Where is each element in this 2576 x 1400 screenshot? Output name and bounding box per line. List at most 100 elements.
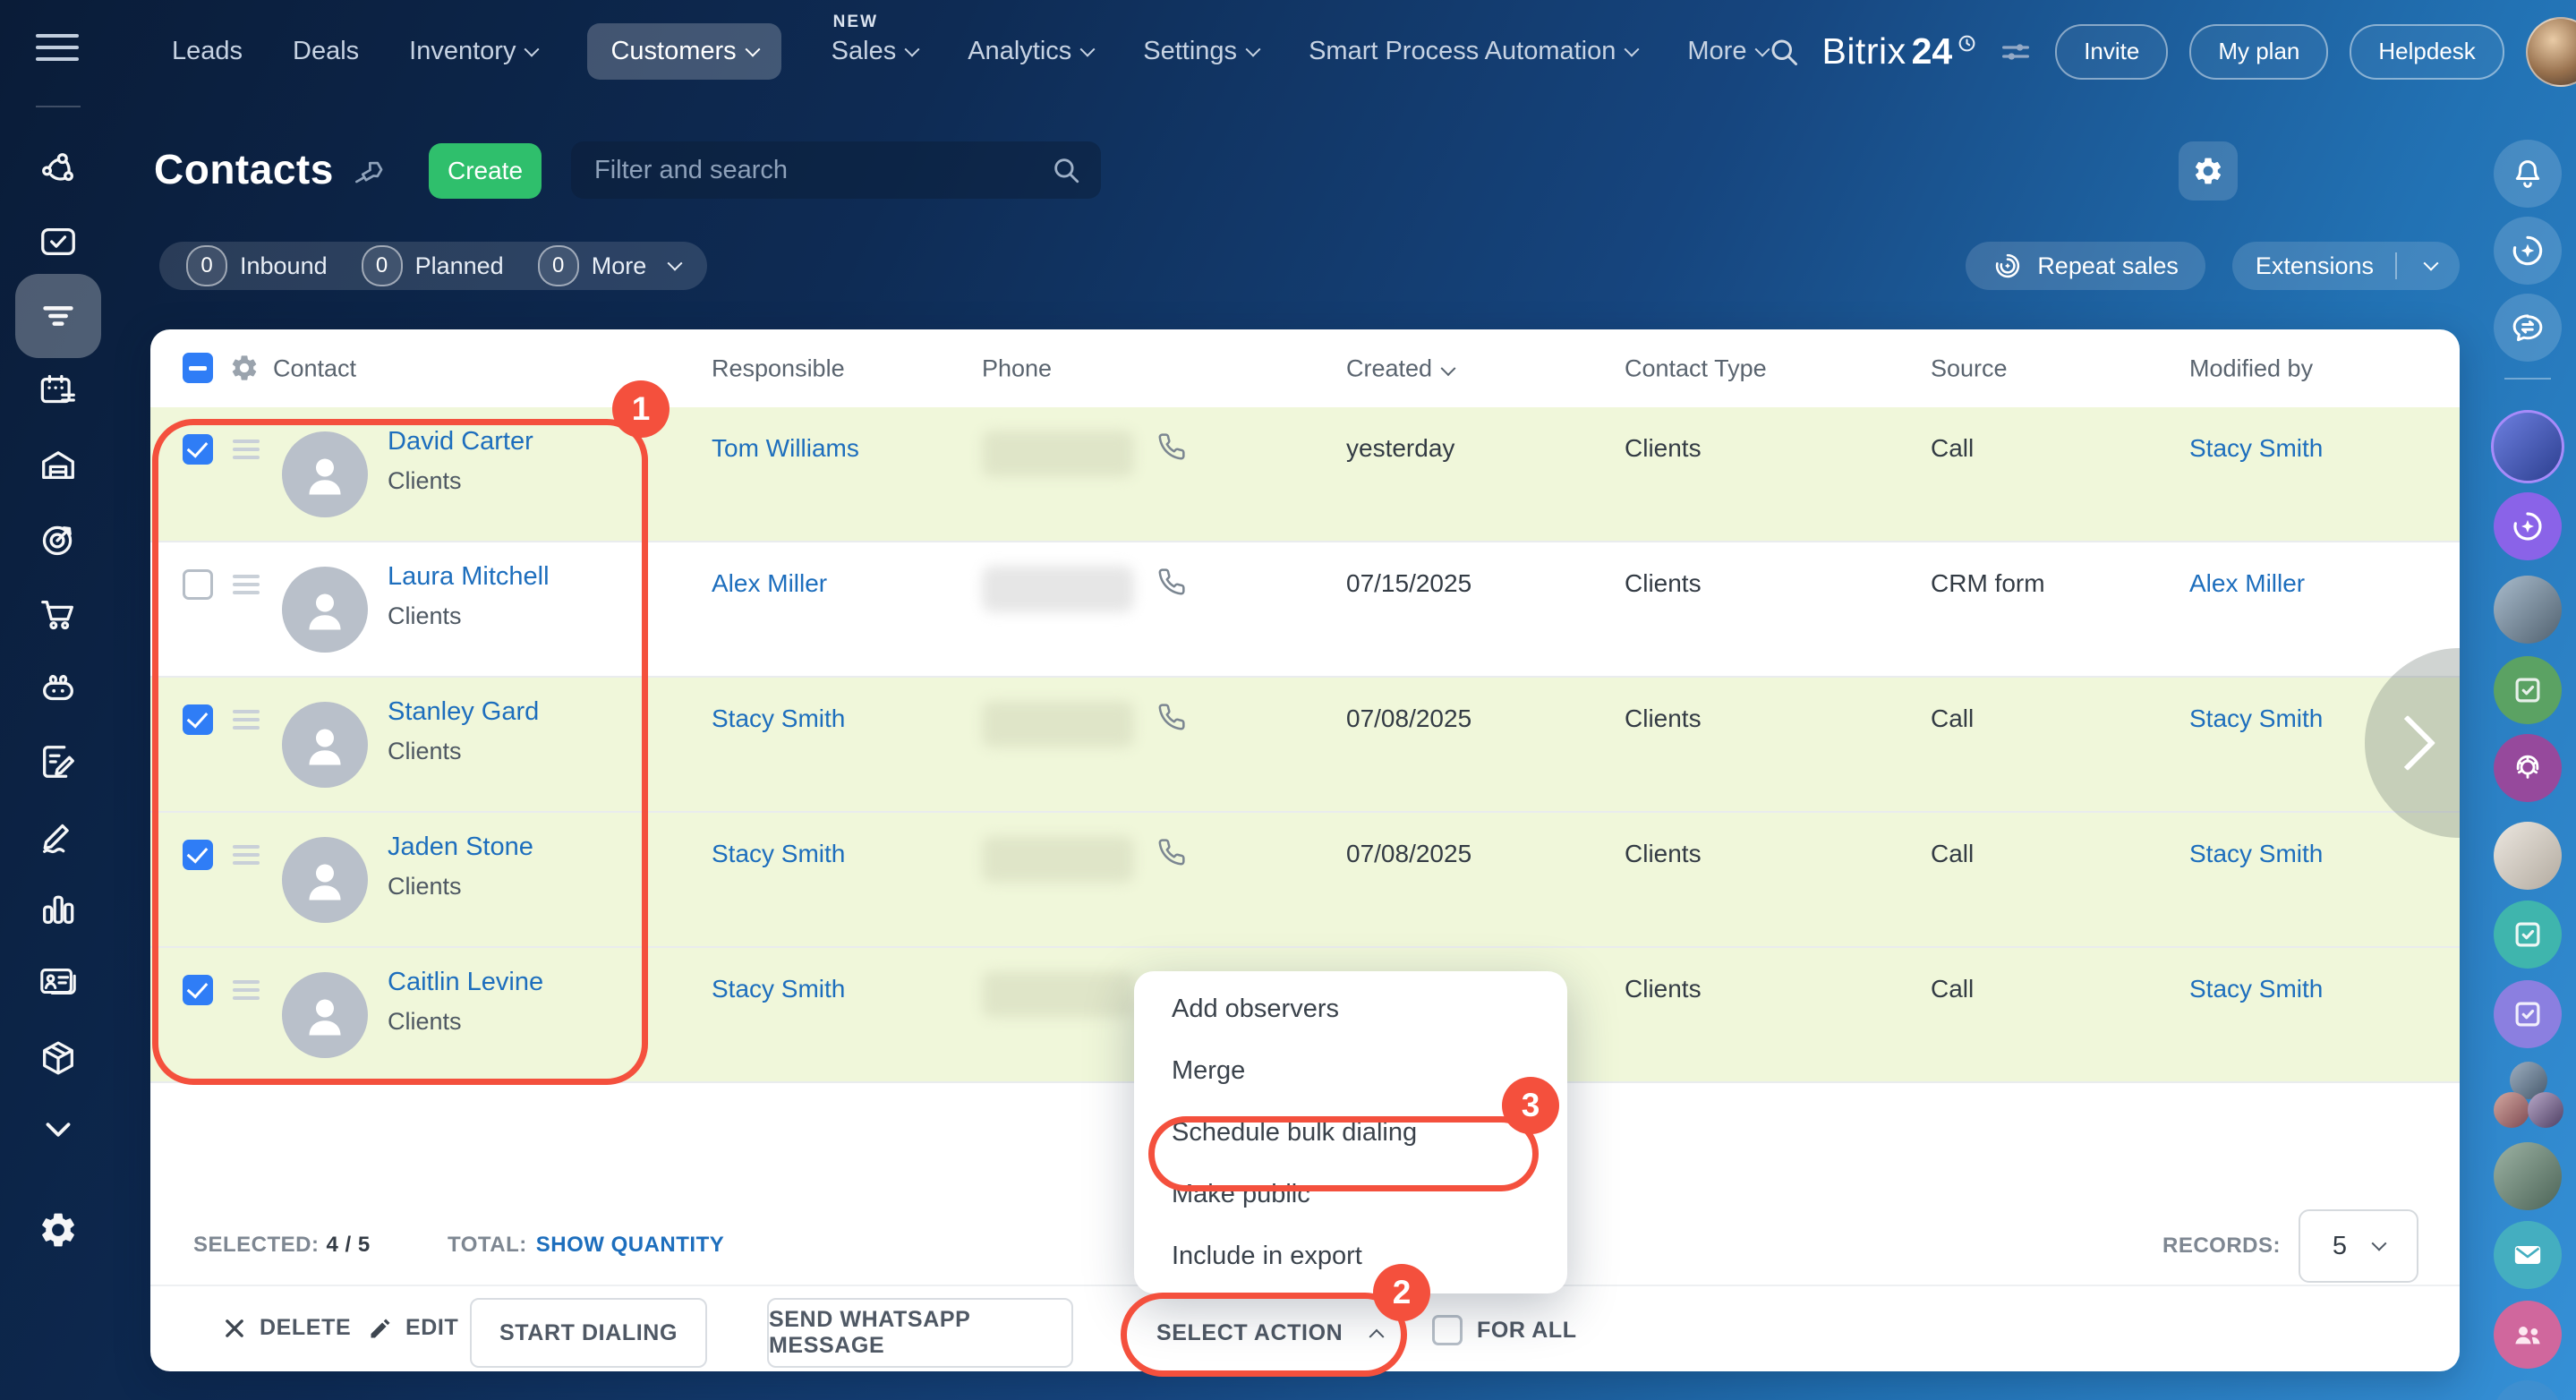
records-per-page-select[interactable]: 5 (2299, 1209, 2418, 1283)
select-action-button[interactable]: SELECT ACTION (1156, 1298, 1382, 1368)
row-checkbox[interactable] (183, 840, 213, 870)
contact-center-icon[interactable] (38, 961, 79, 1003)
store-cart-icon[interactable] (38, 593, 79, 635)
nav-item-leads[interactable]: Leads (172, 37, 243, 66)
row-checkbox[interactable] (183, 569, 213, 600)
row-checkbox[interactable] (183, 975, 213, 1005)
menu-item-make-public[interactable]: Make public (1134, 1164, 1567, 1225)
drag-handle-icon[interactable] (233, 710, 260, 713)
responsible-link[interactable]: Stacy Smith (712, 840, 845, 868)
nav-item-inventory[interactable]: Inventory (409, 37, 537, 66)
chat-avatar-1[interactable] (2491, 410, 2564, 483)
mail-button[interactable] (2494, 1221, 2562, 1289)
tasks-icon[interactable] (38, 221, 79, 262)
modified-by-link[interactable]: Alex Miller (2189, 569, 2305, 598)
menu-item-add-observers[interactable]: Add observers (1134, 978, 1567, 1040)
social-network-icon[interactable] (38, 149, 79, 190)
drag-handle-icon[interactable] (233, 440, 260, 443)
tasks-chat-button[interactable] (2494, 656, 2562, 724)
clients-chat-button[interactable] (2494, 1301, 2562, 1369)
modified-by-link[interactable]: Stacy Smith (2189, 434, 2323, 463)
modified-by-link[interactable]: Stacy Smith (2189, 975, 2323, 1003)
copilot-chat-button[interactable] (2494, 492, 2562, 560)
nav-item-sales[interactable]: NEWSales (832, 37, 918, 66)
chat-avatar-2[interactable] (2494, 576, 2562, 644)
column-header-contact[interactable]: Contact (273, 354, 356, 382)
nav-item-customers[interactable]: Customers (587, 23, 780, 80)
column-header-contact-type[interactable]: Contact Type (1625, 354, 1767, 382)
modified-by-link[interactable]: Stacy Smith (2189, 840, 2323, 868)
chevron-down-icon[interactable] (38, 1114, 79, 1146)
phone-call-icon[interactable] (1157, 838, 1186, 866)
user-avatar[interactable] (2526, 17, 2576, 87)
search-icon[interactable] (1768, 36, 1800, 68)
marketing-target-icon[interactable] (38, 519, 79, 560)
responsible-link[interactable]: Alex Miller (712, 569, 827, 598)
row-checkbox[interactable] (183, 434, 213, 465)
start-dialing-button[interactable]: START DIALING (470, 1298, 707, 1368)
documents-edit-icon[interactable] (38, 741, 79, 782)
settings-gear-icon[interactable] (38, 1209, 79, 1251)
create-button[interactable]: Create (429, 143, 542, 199)
counter-inbound[interactable]: 0Inbound (186, 245, 328, 286)
catalog-box-icon[interactable] (38, 1037, 79, 1079)
counter-more[interactable]: 0More (538, 245, 681, 286)
edit-button[interactable]: EDIT (368, 1315, 458, 1341)
phone-call-icon[interactable] (1157, 703, 1186, 731)
drag-handle-icon[interactable] (233, 845, 260, 849)
contact-name-link[interactable]: Caitlin Levine (388, 968, 543, 997)
analytics-chart-icon[interactable] (38, 889, 79, 930)
for-all-checkbox[interactable] (1432, 1315, 1463, 1345)
my-plan-button[interactable]: My plan (2189, 24, 2328, 80)
inbox-purple-button[interactable] (2494, 980, 2562, 1048)
messenger-button[interactable] (2494, 294, 2562, 362)
menu-item-include-in-export[interactable]: Include in export (1134, 1225, 1567, 1287)
crm-funnel-icon[interactable] (38, 295, 79, 337)
contact-name-link[interactable]: Jaden Stone (388, 832, 533, 862)
planner-icon[interactable] (38, 371, 79, 412)
ai-bot-icon[interactable] (38, 667, 79, 708)
responsible-link[interactable]: Stacy Smith (712, 704, 845, 733)
plan-sliders-icon[interactable] (1998, 34, 2034, 70)
row-checkbox[interactable] (183, 704, 213, 735)
extensions-button[interactable]: Extensions (2232, 242, 2460, 290)
notifications-bell-button[interactable] (2494, 140, 2562, 208)
nav-item-settings[interactable]: Settings (1143, 37, 1258, 66)
contact-name-link[interactable]: David Carter (388, 427, 533, 457)
copilot-button[interactable] (2494, 217, 2562, 285)
invite-button[interactable]: Invite (2055, 24, 2168, 80)
column-header-modified-by[interactable]: Modified by (2189, 354, 2313, 382)
filter-search-input[interactable] (571, 156, 1051, 185)
menu-hamburger-icon[interactable] (36, 34, 79, 66)
contact-name-link[interactable]: Stanley Gard (388, 697, 539, 727)
show-quantity-link[interactable]: SHOW QUANTITY (536, 1233, 725, 1257)
delete-button[interactable]: DELETE (222, 1315, 351, 1341)
group-chat-avatars[interactable] (2494, 1062, 2562, 1130)
drag-handle-icon[interactable] (233, 980, 260, 984)
warehouse-icon[interactable] (38, 445, 79, 486)
counter-planned[interactable]: 0Planned (362, 245, 504, 286)
repeat-sales-button[interactable]: Repeat sales (1966, 242, 2205, 290)
chat-avatar-4[interactable] (2494, 1380, 2562, 1400)
responsible-link[interactable]: Stacy Smith (712, 975, 845, 1003)
drag-handle-icon[interactable] (233, 575, 260, 578)
nav-item-smart-process-automation[interactable]: Smart Process Automation (1309, 37, 1637, 66)
phone-call-icon[interactable] (1157, 568, 1186, 596)
select-all-checkbox[interactable] (183, 353, 213, 383)
contact-name-link[interactable]: Laura Mitchell (388, 562, 550, 592)
nav-item-more[interactable]: More (1687, 37, 1768, 66)
chat-avatar-cat[interactable] (2494, 822, 2562, 890)
column-header-source[interactable]: Source (1931, 354, 2008, 382)
phone-call-icon[interactable] (1157, 432, 1186, 461)
modified-by-link[interactable]: Stacy Smith (2189, 704, 2323, 733)
bitrix24-logo[interactable]: Bitrix24 (1821, 30, 1976, 73)
chat-avatar-3[interactable] (2494, 1142, 2562, 1210)
responsible-link[interactable]: Tom Williams (712, 434, 859, 463)
nav-item-deals[interactable]: Deals (293, 37, 359, 66)
helpdesk-button[interactable]: Helpdesk (2350, 24, 2503, 80)
column-header-phone[interactable]: Phone (982, 354, 1052, 382)
inbox-teal-button[interactable] (2494, 901, 2562, 969)
menu-item-merge[interactable]: Merge (1134, 1040, 1567, 1102)
column-settings-gear-icon[interactable] (229, 353, 260, 383)
nav-item-analytics[interactable]: Analytics (968, 37, 1093, 66)
